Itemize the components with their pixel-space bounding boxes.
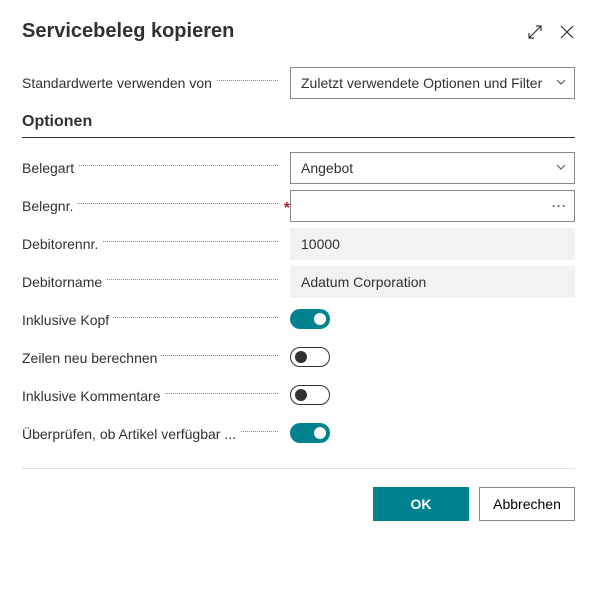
dialog-footer: OK Abbrechen [22,487,575,521]
recalc-row: Zeilen neu berechnen [22,342,575,374]
footer-divider [22,468,575,469]
check-avail-label: Überprüfen, ob Artikel verfügbar ... [22,426,240,442]
incl-comments-toggle[interactable] [290,385,330,405]
defaults-select[interactable]: Zuletzt verwendete Optionen und Filter [290,67,575,99]
doc-type-value: Angebot [290,152,575,184]
doc-no-row: Belegnr. * ··· [22,190,575,222]
defaults-select-value: Zuletzt verwendete Optionen und Filter [290,67,575,99]
cancel-button[interactable]: Abbrechen [479,487,575,521]
doc-no-input[interactable] [290,190,575,222]
cust-no-label: Debitorennr. [22,236,102,252]
close-icon[interactable] [559,24,575,40]
defaults-label: Standardwerte verwenden von [22,75,216,91]
options-section-title: Optionen [22,113,575,131]
recalc-toggle[interactable] [290,347,330,367]
cust-name-value: Adatum Corporation [290,266,575,298]
cust-name-row: Debitorname Adatum Corporation [22,266,575,298]
incl-header-toggle[interactable] [290,309,330,329]
defaults-label-cell: Standardwerte verwenden von [22,75,290,91]
dialog-header-actions [527,24,575,40]
incl-comments-label: Inklusive Kommentare [22,388,165,404]
dialog-title: Servicebeleg kopieren [22,20,527,43]
expand-icon[interactable] [527,24,543,40]
cust-name-label: Debitorname [22,274,106,290]
doc-type-row: Belegart Angebot [22,152,575,184]
doc-no-label: Belegnr. [22,198,77,214]
incl-comments-row: Inklusive Kommentare [22,380,575,412]
doc-type-label: Belegart [22,160,78,176]
doc-no-lookup-button[interactable]: ··· [552,199,567,213]
check-avail-row: Überprüfen, ob Artikel verfügbar ... [22,418,575,450]
cust-no-value: 10000 [290,228,575,260]
incl-header-label: Inklusive Kopf [22,312,113,328]
doc-type-select[interactable]: Angebot [290,152,575,184]
ok-button[interactable]: OK [373,487,469,521]
cust-no-row: Debitorennr. 10000 [22,228,575,260]
recalc-label: Zeilen neu berechnen [22,350,161,366]
dialog-header: Servicebeleg kopieren [22,20,575,43]
check-avail-toggle[interactable] [290,423,330,443]
defaults-row: Standardwerte verwenden von Zuletzt verw… [22,67,575,99]
required-indicator: * [282,200,290,214]
copy-service-doc-dialog: Servicebeleg kopieren Standardwerte verw… [0,0,597,543]
options-section-divider [22,137,575,138]
incl-header-row: Inklusive Kopf [22,304,575,336]
